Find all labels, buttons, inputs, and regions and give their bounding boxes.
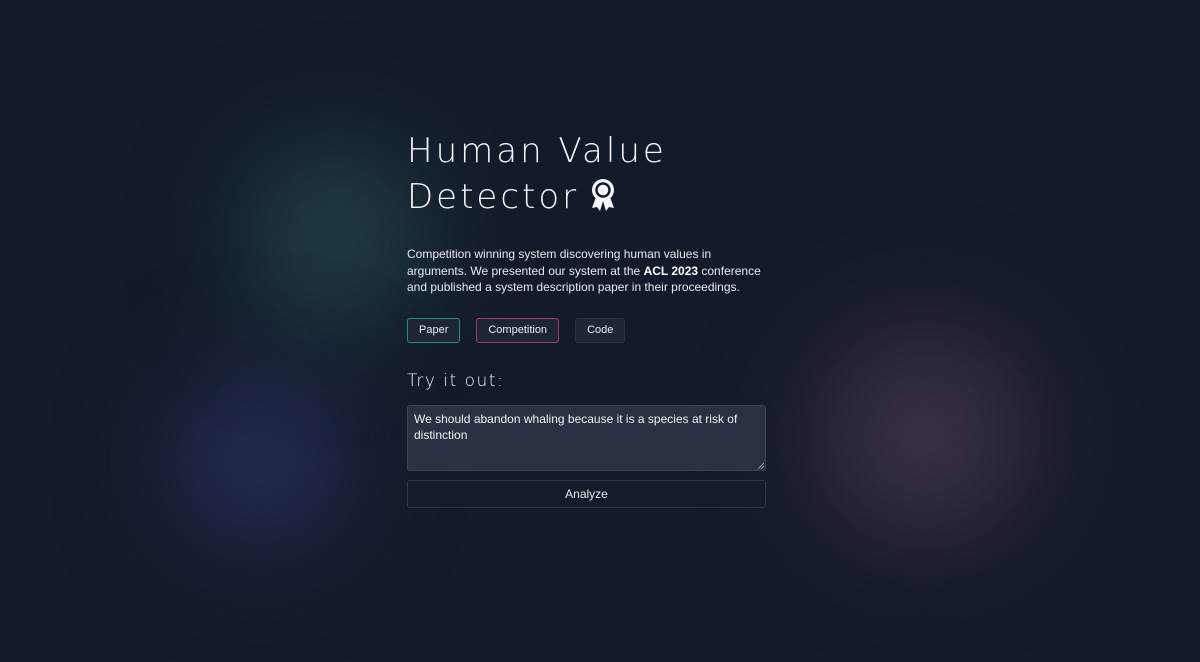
try-it-out-heading: Try it out: [407,370,505,391]
main-content: Human Value Detector Competition winning… [407,128,767,508]
link-buttons: Paper Competition Code [407,317,767,343]
background-glow-blue [160,370,360,550]
resize-handle-icon[interactable] [757,462,764,469]
background-glow-pink [800,320,1050,550]
title-line-1: Human Value [407,131,667,171]
argument-input[interactable]: We should abandon whaling because it is … [407,404,766,471]
page: Human Value Detector Competition winning… [0,0,1200,662]
background-glow-green [235,140,435,330]
description-highlight: ACL 2023 [643,263,699,278]
title-line-2-text: Detector [407,177,580,217]
description: Competition winning system discovering h… [407,246,767,296]
code-button[interactable]: Code [575,317,626,343]
title-line-2: Detector [407,174,767,220]
award-ribbon-icon [589,177,617,213]
argument-input-wrapper: We should abandon whaling because it is … [407,404,766,471]
analyze-button[interactable]: Analyze [407,479,766,508]
page-title: Human Value Detector [407,128,767,220]
competition-button[interactable]: Competition [476,317,560,343]
paper-button[interactable]: Paper [407,317,461,343]
